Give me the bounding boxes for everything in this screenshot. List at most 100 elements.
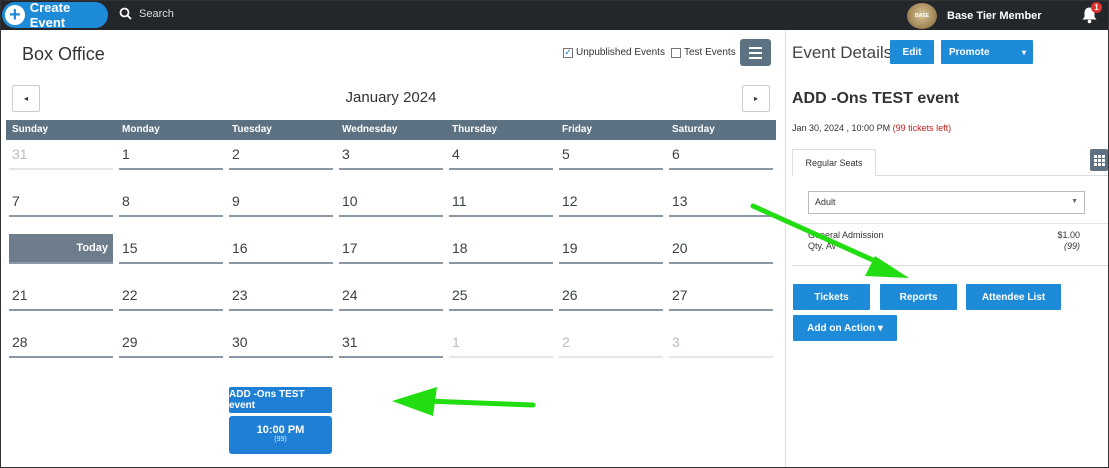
calendar-day[interactable]: 16 (229, 234, 333, 264)
calendar-day[interactable]: 15 (119, 234, 223, 264)
calendar-day[interactable]: 30 (229, 328, 333, 358)
calendar-day[interactable]: 25 (449, 281, 553, 311)
weekday-friday: Friday (562, 124, 593, 135)
avatar: BASE (907, 2, 937, 29)
calendar-day[interactable]: 6 (669, 140, 773, 170)
divider (795, 223, 1108, 224)
plus-icon: + (5, 5, 25, 25)
top-bar: + Create Event Search BASE Base Tier Mem… (1, 0, 1108, 30)
event-date: Jan 30, 2024 , 10:00 PM (99 tickets left… (792, 123, 951, 133)
hamburger-menu-button[interactable] (740, 39, 771, 66)
month-label: January 2024 (345, 89, 437, 106)
divider (231, 414, 330, 415)
filter-label: Test Events (684, 47, 736, 58)
edit-button[interactable]: Edit (890, 40, 934, 64)
calendar-day[interactable]: 26 (559, 281, 663, 311)
notification-badge: 1 (1091, 2, 1102, 13)
tab-content (792, 175, 1108, 266)
reports-button[interactable]: Reports (880, 284, 957, 310)
add-on-action-button[interactable]: Add on Action ▾ (793, 315, 897, 341)
calendar-day[interactable]: 28 (9, 328, 113, 358)
weekday-sunday: Sunday (12, 124, 49, 135)
create-event-button[interactable]: + Create Event (2, 0, 108, 30)
event-details-header: Event Details (792, 43, 893, 62)
ticket-row: General Admission $1.00 (808, 230, 1080, 240)
calendar-day[interactable]: 10 (339, 187, 443, 217)
calendar-panel: Box Office ✓ Unpublished Events Test Eve… (1, 30, 786, 467)
calendar-day[interactable]: 11 (449, 187, 553, 217)
calendar-day[interactable]: 7 (9, 187, 113, 217)
caret-down-icon: ▾ (1021, 47, 1026, 57)
avatar-text: BASE (915, 12, 929, 19)
grid-icon (1093, 154, 1097, 158)
unpublished-events-filter[interactable]: ✓ Unpublished Events (563, 47, 665, 58)
calendar-day[interactable]: 22 (119, 281, 223, 311)
calendar-event-showtime[interactable]: 10:00 PM (99) (229, 416, 332, 454)
calendar-day[interactable]: 23 (229, 281, 333, 311)
calendar-day[interactable]: 13 (669, 187, 773, 217)
calendar-day[interactable]: 8 (119, 187, 223, 217)
calendar-day[interactable]: 4 (449, 140, 553, 170)
calendar-day[interactable]: 1 (119, 140, 223, 170)
calendar-day[interactable]: 2 (559, 328, 663, 358)
event-details-panel: Event Details Edit Promote ▾ ADD -Ons TE… (787, 30, 1108, 467)
weekday-wednesday: Wednesday (342, 124, 398, 135)
promote-button[interactable]: Promote ▾ (941, 40, 1033, 64)
calendar-day[interactable]: 5 (559, 140, 663, 170)
test-events-filter[interactable]: Test Events (671, 47, 736, 58)
attendee-list-button[interactable]: Attendee List (966, 284, 1061, 310)
quantity-row: Qty. Av (99) (808, 241, 1080, 251)
hamburger-icon (749, 46, 762, 49)
calendar-day[interactable]: 21 (9, 281, 113, 311)
calendar-day[interactable]: 2 (229, 140, 333, 170)
ticket-price: $1.00 (1057, 230, 1080, 240)
page-title: Box Office (22, 44, 105, 64)
today-cell[interactable]: Today (9, 234, 113, 264)
account-menu[interactable]: BASE Base Tier Member (907, 1, 1042, 30)
calendar-day[interactable]: 31 (9, 140, 113, 170)
tab-regular-seats[interactable]: Regular Seats (792, 149, 876, 176)
calendar-day[interactable]: 17 (339, 234, 443, 264)
qty-label: Qty. Av (808, 241, 837, 251)
search-label: Search (139, 7, 174, 20)
calendar-day[interactable]: 3 (669, 328, 773, 358)
chevron-down-icon: ▼ (1071, 198, 1078, 205)
promote-label: Promote (949, 46, 990, 58)
calendar-day[interactable]: 31 (339, 328, 443, 358)
event-time: 10:00 PM (256, 424, 305, 436)
ticket-type: General Admission (808, 230, 884, 240)
calendar-day[interactable]: 24 (339, 281, 443, 311)
calendar-day[interactable]: 9 (229, 187, 333, 217)
qty-value: (99) (1063, 241, 1080, 251)
weekday-monday: Monday (122, 124, 160, 135)
calendar-day[interactable]: 3 (339, 140, 443, 170)
calendar-day[interactable]: 12 (559, 187, 663, 217)
tickets-left: (99 tickets left) (892, 123, 952, 133)
event-name: ADD -Ons TEST event (792, 90, 960, 107)
checkbox-icon[interactable] (671, 47, 681, 58)
ticket-category-select[interactable]: Adult ▼ (808, 191, 1085, 214)
calendar-day[interactable]: 19 (559, 234, 663, 264)
calendar-day[interactable]: 29 (119, 328, 223, 358)
calendar-day[interactable]: 1 (449, 328, 553, 358)
weekday-saturday: Saturday (672, 124, 715, 135)
notifications-button[interactable]: 1 (1081, 2, 1102, 29)
weekday-header: Sunday Monday Tuesday Wednesday Thursday… (6, 120, 776, 140)
search-icon (119, 7, 132, 20)
event-date-text: Jan 30, 2024 , 10:00 PM (792, 123, 891, 133)
weekday-thursday: Thursday (452, 124, 498, 135)
calendar-event-title[interactable]: ADD -Ons TEST event (229, 387, 332, 413)
calendar-day[interactable]: 18 (449, 234, 553, 264)
next-month-button[interactable]: ▸ (742, 85, 770, 112)
member-label: Base Tier Member (947, 9, 1042, 22)
tickets-button[interactable]: Tickets (793, 284, 870, 310)
search-button[interactable]: Search (119, 7, 174, 20)
calendar-day[interactable]: 27 (669, 281, 773, 311)
checkbox-checked-icon[interactable]: ✓ (563, 47, 573, 58)
create-event-label: Create Event (29, 0, 71, 30)
filter-label: Unpublished Events (576, 47, 665, 58)
calendar-day[interactable]: 20 (669, 234, 773, 264)
grid-view-button[interactable] (1090, 149, 1108, 171)
event-ticket-count: (99) (274, 436, 287, 443)
weekday-tuesday: Tuesday (232, 124, 272, 135)
